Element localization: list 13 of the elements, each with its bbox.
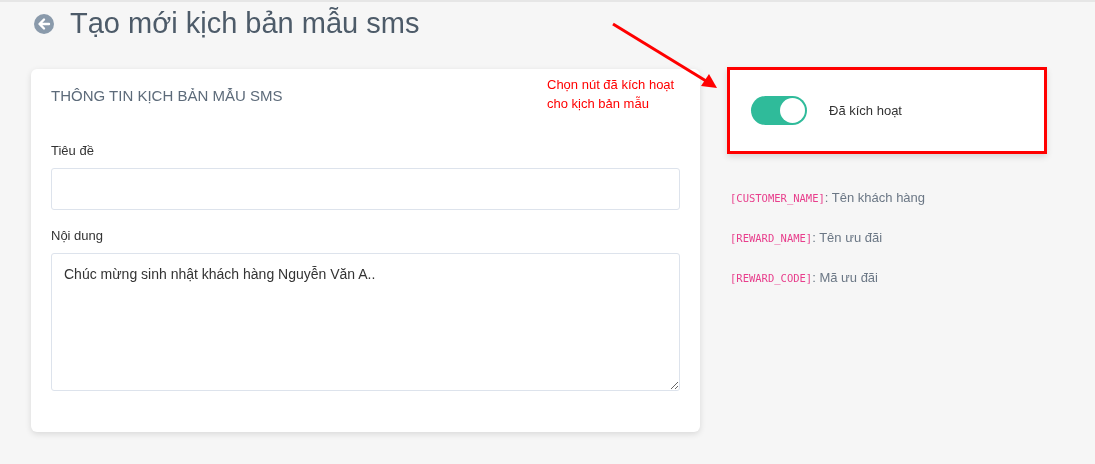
variable-text: [REWARD_NAME]: Tên ưu đãi <box>730 229 884 247</box>
input-field[interactable] <box>51 168 680 210</box>
variable-text: [CUSTOMER_NAME]: Tên khách hàng <box>730 189 927 207</box>
field-label: Tiêu đề <box>51 143 95 158</box>
page-title: Tạo mới kịch bản mẫu sms <box>70 7 420 40</box>
annotation-text: Chọn nút đã kích hoạt cho kịch bản mẫu <box>547 76 676 113</box>
field-label: Nội dung <box>51 228 105 243</box>
textarea-field[interactable]: Chúc mừng sinh nhật khách hàng Nguyễn Văn A.. <box>51 253 680 391</box>
status-label: Đã kích hoạt <box>829 103 902 118</box>
variable-text: [REWARD_CODE]: Mã ưu đãi <box>730 269 879 287</box>
card-heading: THÔNG TIN KỊCH BẢN MẪU SMS <box>51 87 283 104</box>
toggle-switch[interactable] <box>751 96 807 125</box>
back-icon[interactable] <box>34 13 54 34</box>
